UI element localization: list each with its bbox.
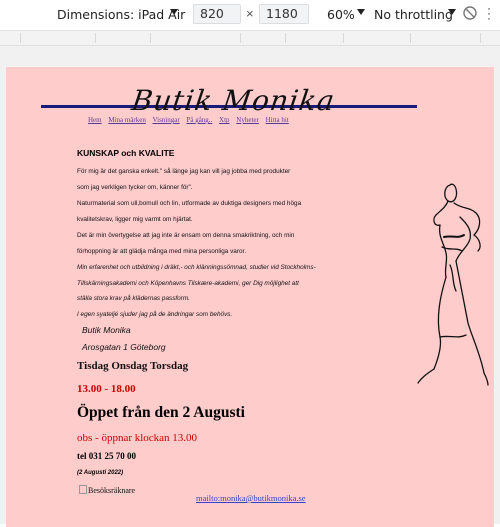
email-link[interactable]: mailto:monika@butikmonika.se xyxy=(196,493,306,503)
broken-image-icon xyxy=(79,485,87,494)
opening-hours: 13.00 - 18.00 xyxy=(77,383,136,395)
device-toolbar: Dimensions: iPad Air × 60% No throttling… xyxy=(0,0,500,31)
height-input[interactable] xyxy=(259,4,309,24)
nav-link-xtp[interactable]: Xtp xyxy=(219,116,230,124)
zoom-chevron-down-icon[interactable] xyxy=(357,9,365,15)
opening-days: Tisdag Onsdag Torsdag xyxy=(77,360,189,372)
phone-number: tel 031 25 70 00 xyxy=(77,451,136,461)
obs-notice: obs - öppnar klockan 13.00 xyxy=(77,432,198,444)
open-notice: Öppet från den 2 Augusti xyxy=(77,404,245,421)
width-input[interactable] xyxy=(193,4,241,24)
throttling-chevron-down-icon[interactable] xyxy=(448,9,456,15)
media-query-ruler xyxy=(0,31,500,46)
visitor-counter: Besöksräknare xyxy=(79,485,135,495)
italic-paragraph-line: I egen syateljé sjuder jag på de ändring… xyxy=(77,310,233,318)
paragraph-line: kvalitetskrav, ligger mig varmt om hjärt… xyxy=(77,216,193,223)
nav-link-pa-gang[interactable]: På gång.. xyxy=(186,116,212,124)
address-name: Butik Monika xyxy=(82,325,131,335)
site-logo: Butik Monika xyxy=(129,84,338,117)
date-note: (2 Augusti 2022) xyxy=(77,470,124,476)
zoom-dropdown[interactable]: 60% xyxy=(327,7,355,22)
dimensions-chevron-down-icon[interactable] xyxy=(170,9,178,15)
nav-link-mina-marken[interactable]: Mina märken xyxy=(108,116,146,124)
italic-paragraph-line: Tillskärningsakademi och Köpenhavns Tils… xyxy=(77,279,299,287)
main-content: KUNSKAP och KVALITE För mig är det gansk… xyxy=(77,148,367,476)
paragraph-line: förhoppning är att glädja många med mina… xyxy=(77,248,247,255)
visitor-counter-alt: Besöksräknare xyxy=(88,486,136,495)
site-nav: Hem Mina märken Visningar På gång.. Xtp … xyxy=(88,116,294,124)
page-viewport: Butik Monika Hem Mina märken Visningar P… xyxy=(6,67,494,527)
rotate-disabled-icon[interactable] xyxy=(462,5,478,21)
nav-link-hem[interactable]: Hem xyxy=(88,116,102,124)
section-heading: KUNSKAP och KVALITE xyxy=(77,148,175,158)
italic-paragraph-line: ställa stora krav på klädernas passform. xyxy=(77,295,190,302)
more-options-icon[interactable]: · · · xyxy=(487,2,491,24)
nav-link-nyheter[interactable]: Nyheter xyxy=(236,116,259,124)
paragraph-line: För mig är det ganska enkelt." så länge … xyxy=(77,168,291,175)
times-separator: × xyxy=(246,6,254,21)
nav-link-hitta-hit[interactable]: Hitta hit xyxy=(266,116,289,124)
paragraph-line: Naturmaterial som ull,bomull och lin, ut… xyxy=(77,200,302,207)
dimensions-dropdown[interactable]: Dimensions: iPad Air xyxy=(57,7,185,22)
paragraph-line: Det är min övertygelse att jag inte är e… xyxy=(77,232,295,239)
throttling-dropdown[interactable]: No throttling xyxy=(374,7,453,22)
paragraph-line: som jag verkligen tycker om, känner för"… xyxy=(77,184,193,191)
address-street: Arosgatan 1 Göteborg xyxy=(82,342,166,352)
fashion-sketch-illustration xyxy=(417,183,489,386)
italic-paragraph-line: Min erfarenhet och utbildning i dräkt,- … xyxy=(77,264,316,271)
nav-link-visningar[interactable]: Visningar xyxy=(153,116,180,124)
